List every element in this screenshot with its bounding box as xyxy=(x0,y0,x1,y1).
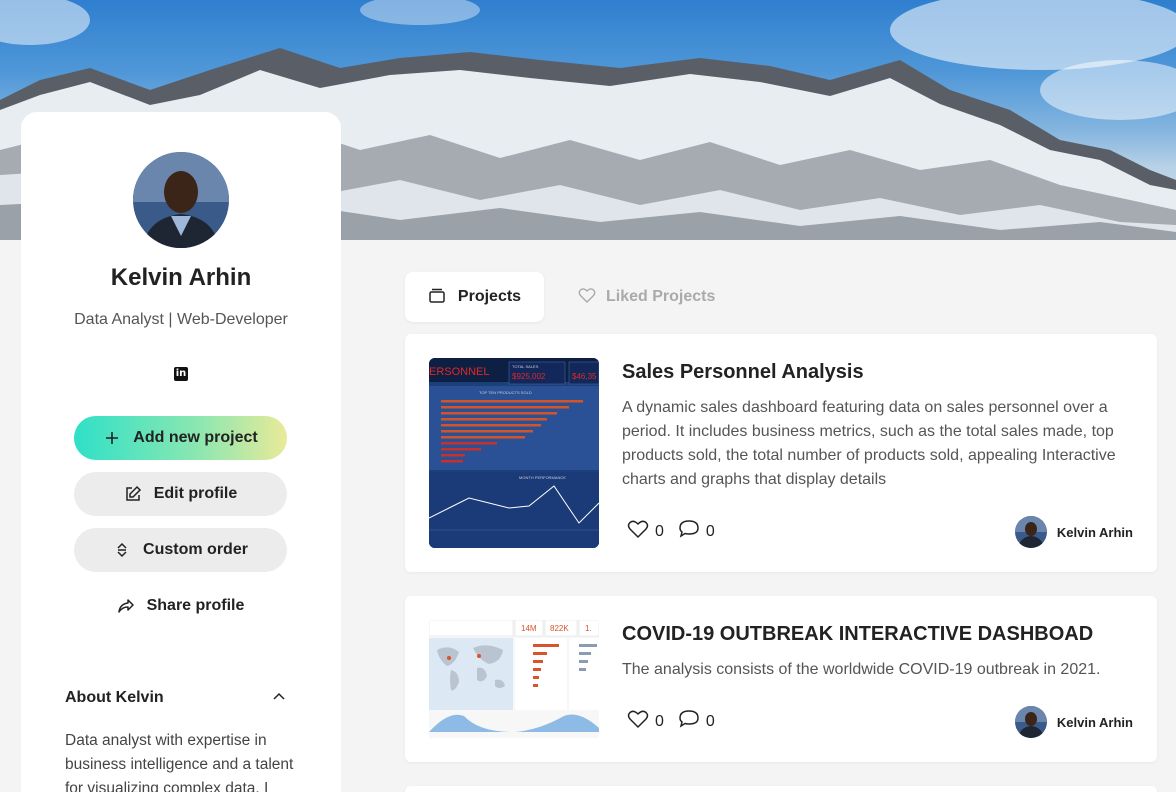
about-title: About Kelvin xyxy=(65,689,164,706)
share-icon xyxy=(117,597,135,615)
like-button[interactable]: 0 xyxy=(627,709,664,734)
project-thumbnail[interactable]: 14M 822K 1. xyxy=(429,620,599,738)
profile-sidebar: Kelvin Arhin Data Analyst | Web-Develope… xyxy=(21,112,341,792)
avatar[interactable] xyxy=(133,152,229,248)
comment-count: 0 xyxy=(705,522,715,540)
project-description: The analysis consists of the worldwide C… xyxy=(622,661,1101,678)
share-profile-label: Share profile xyxy=(146,597,245,614)
thumb-stat-3: 1. xyxy=(585,624,592,633)
project-stats: 0 0 xyxy=(627,709,715,734)
thumb-heading: ERSONNEL xyxy=(429,366,490,378)
edit-icon xyxy=(124,485,142,503)
thumb-value-1: $925,002 xyxy=(512,372,546,381)
comment-button[interactable]: 0 xyxy=(678,519,715,544)
project-author[interactable]: Kelvin Arhin xyxy=(1014,516,1133,548)
project-author[interactable]: Kelvin Arhin xyxy=(1014,706,1133,738)
custom-order-button[interactable]: Custom order xyxy=(74,528,287,572)
project-thumbnail[interactable]: ERSONNEL TOTAL SALES $925,002 $46,35 TOP… xyxy=(429,358,599,548)
profile-name: Kelvin Arhin xyxy=(110,264,252,291)
project-card[interactable] xyxy=(405,786,1157,792)
project-card[interactable]: ERSONNEL TOTAL SALES $925,002 $46,35 TOP… xyxy=(405,334,1157,572)
comment-icon xyxy=(678,519,700,544)
profile-role: Data Analyst | Web-Developer xyxy=(74,311,288,328)
chevron-up-icon[interactable] xyxy=(271,688,287,704)
project-card[interactable]: 14M 822K 1. COVID-19 OUTBREAK INTERACTIV… xyxy=(405,596,1157,762)
about-text: Data analyst with expertise in business … xyxy=(65,732,294,792)
edit-profile-button[interactable]: Edit profile xyxy=(74,472,287,516)
thumb-stat-1: 14M xyxy=(521,624,537,633)
thumb-stat-2: 822K xyxy=(550,624,569,633)
comment-icon xyxy=(678,709,700,734)
like-count: 0 xyxy=(655,522,664,540)
like-count: 0 xyxy=(655,712,664,730)
custom-order-label: Custom order xyxy=(143,541,248,558)
project-title[interactable]: COVID-19 OUTBREAK INTERACTIVE DASHBOAD xyxy=(622,623,1093,646)
project-stats: 0 0 xyxy=(627,519,715,544)
projects-icon xyxy=(428,286,446,309)
tab-liked-projects[interactable]: Liked Projects xyxy=(578,272,718,322)
linkedin-icon[interactable]: in xyxy=(174,367,188,381)
thumb-caption-2: MONTH PERFORMANCE xyxy=(519,475,566,480)
thumb-caption: TOP TEN PRODUCTS SOLD xyxy=(479,390,532,395)
author-avatar xyxy=(1014,516,1047,548)
share-profile-button[interactable]: Share profile xyxy=(74,584,287,628)
heart-icon xyxy=(627,519,649,544)
heart-icon xyxy=(627,709,649,734)
add-project-button[interactable]: Add new project xyxy=(74,416,287,460)
author-name: Kelvin Arhin xyxy=(1056,524,1133,540)
thumb-value-2: $46,35 xyxy=(572,372,597,381)
project-description: A dynamic sales dashboard featuring data… xyxy=(622,399,1116,488)
author-name: Kelvin Arhin xyxy=(1056,714,1133,730)
tab-liked-label: Liked Projects xyxy=(606,288,716,305)
add-project-label: Add new project xyxy=(133,429,258,446)
thumb-metric-label: TOTAL SALES xyxy=(512,364,539,369)
like-button[interactable]: 0 xyxy=(627,519,664,544)
heart-icon xyxy=(578,287,596,308)
comment-count: 0 xyxy=(705,712,715,730)
edit-profile-label: Edit profile xyxy=(153,485,238,502)
comment-button[interactable]: 0 xyxy=(678,709,715,734)
project-title[interactable]: Sales Personnel Analysis xyxy=(622,361,864,384)
tab-projects-label: Projects xyxy=(457,288,522,305)
sort-icon xyxy=(113,541,131,559)
author-avatar xyxy=(1014,706,1047,738)
tab-projects[interactable]: Projects xyxy=(405,272,544,322)
plus-icon xyxy=(103,429,121,447)
